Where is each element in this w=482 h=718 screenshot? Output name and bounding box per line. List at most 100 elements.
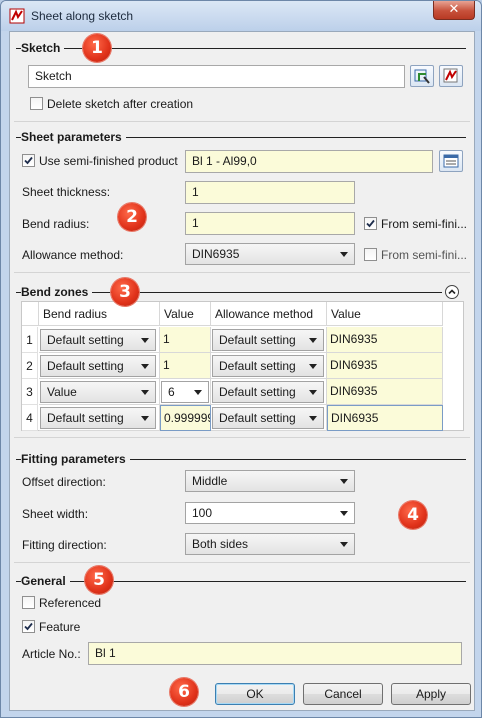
ok-button[interactable]: OK	[215, 683, 295, 705]
table-row-4-allowance: Default setting	[211, 405, 327, 431]
bend-radius-select[interactable]: Value	[40, 381, 156, 403]
cancel-button[interactable]: Cancel	[303, 683, 383, 705]
delete-sketch-checkbox[interactable]	[30, 97, 43, 110]
col-header-value[interactable]: Value	[160, 302, 211, 326]
pick-sketch-icon	[414, 69, 430, 84]
general-title: General	[21, 574, 70, 588]
offset-direction-label: Offset direction:	[22, 475, 106, 489]
table-row-2-value[interactable]: 1	[160, 353, 211, 379]
allowance-select[interactable]: Default setting	[212, 407, 324, 429]
feature-label: Feature	[39, 620, 81, 634]
offset-direction-value: Middle	[192, 474, 228, 488]
allowance-select[interactable]: Default setting	[212, 355, 324, 377]
edit-sketch-icon	[443, 68, 458, 83]
fitting-params-title: Fitting parameters	[21, 452, 130, 466]
check-mark-icon	[24, 622, 33, 631]
sheet-width-combo[interactable]: 100	[185, 502, 355, 524]
bend-radius-value: Value	[47, 385, 77, 399]
chevron-down-icon	[141, 416, 149, 421]
chevron-down-icon	[340, 542, 348, 547]
row-number: 2	[22, 353, 38, 379]
table-row-3-value: 6	[160, 379, 211, 405]
dialog-client: Sketch Sketch Delete sketch after creati…	[9, 31, 475, 711]
feature-checkbox[interactable]	[22, 620, 35, 633]
use-semi-finished-checkbox[interactable]	[22, 154, 35, 167]
referenced-label: Referenced	[39, 596, 102, 610]
callout-badge-4: 4	[399, 501, 427, 529]
table-row-4-allowance-value[interactable]: DIN6935	[327, 405, 443, 431]
semi-finished-product-field[interactable]: Bl 1 - Al99,0	[185, 150, 433, 173]
delete-sketch-label: Delete sketch after creation	[47, 97, 194, 111]
bend-radius-from-semi-checkbox[interactable]	[364, 217, 377, 230]
allowance-value: Default setting	[219, 359, 296, 373]
table-row-1-allowance-value[interactable]: DIN6935	[327, 327, 443, 353]
sheet-params-title: Sheet parameters	[21, 130, 126, 144]
sheet-thickness-field[interactable]: 1	[185, 181, 355, 204]
col-header-bend-radius[interactable]: Bend radius	[39, 302, 160, 326]
col-header-allowance-value[interactable]: Value	[327, 302, 443, 326]
chevron-down-icon	[340, 511, 348, 516]
bend-radius-select[interactable]: Default setting	[40, 407, 156, 429]
col-header-allowance-method[interactable]: Allowance method	[211, 302, 327, 326]
bend-radius-from-semi-label: From semi-fini...	[381, 217, 468, 231]
value-select[interactable]: 6	[161, 381, 209, 403]
bend-radius-value: Default setting	[47, 359, 124, 373]
edit-sketch-button[interactable]	[439, 65, 463, 87]
article-no-field[interactable]: Bl 1	[88, 642, 462, 665]
chevron-down-icon	[309, 390, 317, 395]
bend-radius-select[interactable]: Default setting	[40, 329, 156, 351]
bend-radius-field[interactable]: 1	[185, 212, 355, 235]
table-row-2-allowance-value[interactable]: DIN6935	[327, 353, 443, 379]
value-select-value: 6	[168, 385, 175, 399]
table-row-1-allowance: Default setting	[211, 327, 327, 353]
allowance-select[interactable]: Default setting	[212, 329, 324, 351]
chevron-down-icon	[194, 390, 202, 395]
pick-sketch-button[interactable]	[410, 65, 434, 87]
bend-zones-title: Bend zones	[21, 285, 93, 299]
referenced-checkbox[interactable]	[22, 596, 35, 609]
check-mark-icon	[366, 219, 375, 228]
allowance-value: Default setting	[219, 333, 296, 347]
table-row-1-value[interactable]: 1	[160, 327, 211, 353]
table-row-3-allowance-value[interactable]: DIN6935	[327, 379, 443, 405]
table-row-2-bend-radius: Default setting	[39, 353, 160, 379]
allowance-method-label: Allowance method:	[22, 248, 124, 262]
sketch-panel-edge	[14, 121, 470, 122]
row-number: 3	[22, 379, 38, 405]
collapse-bend-zones-button[interactable]	[445, 285, 459, 299]
sketch-input[interactable]: Sketch	[28, 65, 405, 88]
callout-badge-5: 5	[85, 566, 113, 594]
sheet-params-panel-edge	[14, 272, 470, 273]
bend-radius-select[interactable]: Default setting	[40, 355, 156, 377]
table-row-3-allowance: Default setting	[211, 379, 327, 405]
chevron-down-icon	[141, 390, 149, 395]
table-row-4-value[interactable]: 0.99999999	[160, 405, 211, 431]
bend-zones-panel-edge	[14, 437, 470, 438]
row-number: 4	[22, 405, 38, 431]
offset-direction-select[interactable]: Middle	[185, 470, 355, 492]
callout-badge-1: 1	[83, 34, 111, 62]
title-bar[interactable]: Sheet along sketch ✕	[1, 1, 481, 31]
product-catalog-button[interactable]	[439, 150, 463, 172]
chevron-down-icon	[340, 252, 348, 257]
close-icon: ✕	[448, 2, 460, 17]
apply-button[interactable]: Apply	[391, 683, 471, 705]
table-row-4-bend-radius: Default setting	[39, 405, 160, 431]
allowance-method-value: DIN6935	[192, 247, 240, 261]
close-button[interactable]: ✕	[433, 1, 475, 20]
fitting-direction-select[interactable]: Both sides	[185, 533, 355, 555]
allowance-method-select[interactable]: DIN6935	[185, 243, 355, 265]
chevron-down-icon	[141, 338, 149, 343]
fitting-direction-value: Both sides	[192, 537, 249, 551]
chevron-down-icon	[309, 416, 317, 421]
use-semi-finished-label: Use semi-finished product	[39, 154, 178, 168]
callout-badge-2: 2	[118, 203, 146, 231]
allowance-from-semi-checkbox[interactable]	[364, 248, 377, 261]
catalog-icon	[443, 154, 459, 168]
bend-zones-table: Bend radius Value Allowance method Value…	[21, 301, 464, 431]
dialog-window: Sheet along sketch ✕ Sketch Sketch Delet…	[0, 0, 482, 718]
table-row-3-bend-radius: Value	[39, 379, 160, 405]
article-no-label: Article No.:	[22, 647, 81, 661]
chevron-down-icon	[309, 364, 317, 369]
allowance-select[interactable]: Default setting	[212, 381, 324, 403]
